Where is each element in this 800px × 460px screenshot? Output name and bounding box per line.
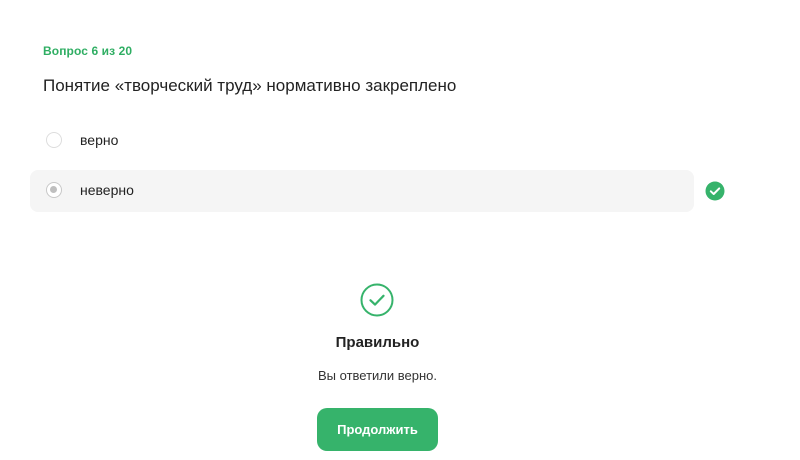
option-label: неверно bbox=[80, 182, 134, 198]
correct-check-icon bbox=[705, 181, 725, 201]
result-message: Вы ответили верно. bbox=[318, 368, 437, 383]
continue-button[interactable]: Продолжить bbox=[317, 408, 438, 451]
answer-option-true[interactable]: верно bbox=[30, 120, 694, 162]
quiz-card: Вопрос 6 из 20 Понятие «творческий труд»… bbox=[0, 0, 800, 460]
question-text: Понятие «творческий труд» нормативно зак… bbox=[43, 76, 457, 95]
check-circle-outline-icon bbox=[360, 283, 394, 317]
result-title: Правильно bbox=[335, 334, 420, 351]
radio-button[interactable] bbox=[46, 132, 62, 148]
option-label: верно bbox=[80, 132, 119, 148]
radio-button-selected[interactable] bbox=[46, 182, 62, 198]
question-counter: Вопрос 6 из 20 bbox=[43, 44, 133, 58]
answer-option-false[interactable]: неверно bbox=[30, 170, 694, 212]
